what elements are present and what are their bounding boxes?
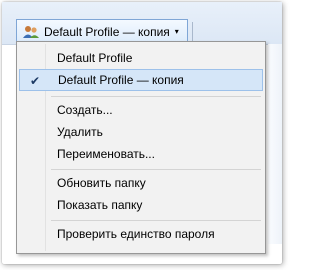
- chevron-down-icon: ▾: [174, 27, 179, 36]
- menu-item-label: Обновить папку: [57, 176, 146, 190]
- toolbar-separator: [192, 22, 193, 41]
- menu-separator: [51, 220, 261, 221]
- profile-button-label: Default Profile — копия: [44, 24, 170, 39]
- menu-item-label: Удалить: [57, 125, 103, 139]
- menu-item-show-folder[interactable]: Показать папку: [19, 194, 263, 216]
- profile-dropdown-menu: Default Profile ✔ Default Profile — копи…: [16, 41, 266, 254]
- checkmark-icon: ✔: [30, 74, 41, 88]
- profile-dropdown-button[interactable]: Default Profile — копия ▾: [16, 19, 188, 43]
- menu-item-check-password[interactable]: Проверить единство пароля: [19, 223, 263, 245]
- right-panel: [268, 44, 282, 244]
- menu-item-delete[interactable]: Удалить: [19, 121, 263, 143]
- menu-item-create[interactable]: Создать...: [19, 99, 263, 121]
- menu-item-default-profile[interactable]: Default Profile: [19, 47, 263, 69]
- menu-separator: [51, 169, 261, 170]
- menu-item-label: Создать...: [57, 103, 113, 117]
- menu-item-label: Проверить единство пароля: [57, 227, 215, 241]
- menu-separator: [51, 96, 261, 97]
- users-icon: [23, 25, 39, 39]
- toolbar: Default Profile — копия ▾: [2, 2, 282, 45]
- menu-item-label: Default Profile — копия: [58, 73, 184, 87]
- menu-item-label: Переименовать...: [57, 147, 155, 161]
- menu-item-label: Default Profile: [57, 51, 133, 65]
- menu-item-default-profile-copy[interactable]: ✔ Default Profile — копия: [19, 69, 263, 91]
- menu-item-label: Показать папку: [57, 198, 143, 212]
- menu-item-rename[interactable]: Переименовать...: [19, 143, 263, 165]
- menu-item-refresh-folder[interactable]: Обновить папку: [19, 172, 263, 194]
